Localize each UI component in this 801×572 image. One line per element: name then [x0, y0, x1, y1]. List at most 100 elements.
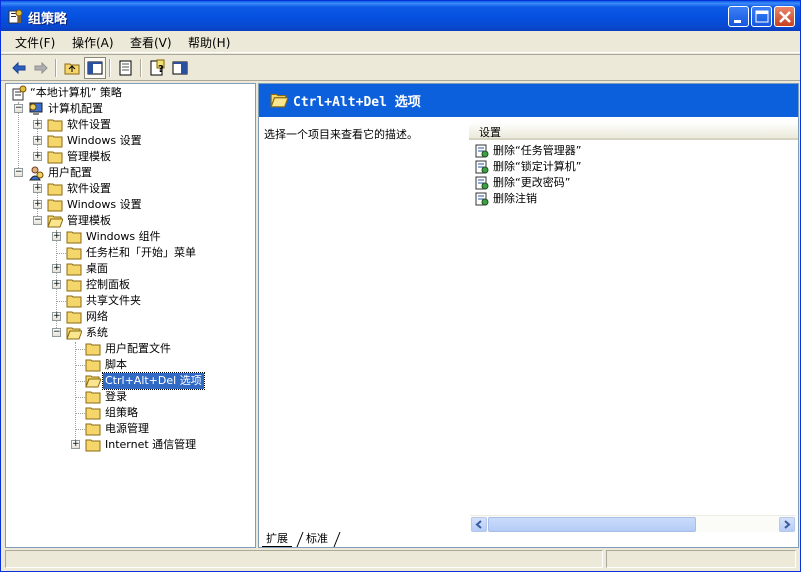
expand-toggle[interactable]: + [52, 232, 61, 241]
folder-icon [85, 439, 101, 452]
folder-icon [66, 247, 82, 260]
expand-toggle[interactable]: + [33, 200, 42, 209]
open-folder-icon [47, 215, 63, 228]
expand-toggle[interactable]: + [33, 120, 42, 129]
folder-icon [47, 119, 63, 132]
close-button[interactable] [774, 6, 795, 27]
list-item[interactable]: 删除“锁定计算机” [474, 159, 774, 175]
help-icon[interactable]: ? [148, 59, 166, 77]
tree-label: 组策略 [105, 406, 138, 419]
tree-line [75, 349, 85, 350]
toolbar-separator [109, 59, 111, 77]
tab-standard[interactable]: 标准 [302, 530, 332, 547]
scroll-right-button[interactable] [779, 517, 795, 532]
menu-file[interactable]: 文件(F) [15, 34, 55, 51]
toolbar-separator [140, 59, 142, 77]
settings-list[interactable]: 设置 删除“任务管理器” 删除“锁定计算机” 删除“更改密码” 删除注销 [469, 122, 798, 527]
policy-setting-icon [475, 192, 489, 206]
tree-label: Internet 通信管理 [105, 438, 197, 451]
tree-node-root[interactable]: “本地计算机” 策略 [10, 85, 250, 101]
expand-toggle[interactable]: + [52, 280, 61, 289]
tree-node-uc-admin[interactable]: 管理模板 [47, 213, 227, 229]
tree-label: 系统 [86, 326, 108, 339]
folder-icon [47, 135, 63, 148]
tree-node-group-policy[interactable]: 组策略 [85, 405, 245, 421]
tree-label: 脚本 [105, 358, 127, 371]
show-hide-action-pane-icon[interactable] [171, 59, 189, 77]
collapse-toggle[interactable]: − [52, 328, 61, 337]
menu-action[interactable]: 操作(A) [72, 34, 114, 51]
column-header-setting[interactable]: 设置 [469, 122, 798, 140]
maximize-button[interactable] [751, 6, 772, 27]
forward-arrow-icon[interactable] [32, 59, 50, 77]
tree-label-selected: Ctrl+Alt+Del 选项 [102, 372, 205, 390]
open-folder-icon [85, 375, 101, 388]
tree-node-logon[interactable]: 登录 [85, 389, 245, 405]
folder-icon [66, 263, 82, 276]
tree-line [56, 301, 66, 302]
column-header-label: 设置 [479, 126, 501, 139]
tree-node-shared-folders[interactable]: 共享文件夹 [66, 293, 246, 309]
tab-divider [333, 531, 341, 548]
tree-node-control-panel[interactable]: 控制面板 [66, 277, 246, 293]
tree-label: Windows 组件 [86, 230, 161, 243]
expand-toggle[interactable]: + [33, 152, 42, 161]
tree-label: 任务栏和「开始」菜单 [86, 246, 196, 259]
minimize-button[interactable] [728, 6, 749, 27]
show-hide-tree-button[interactable] [84, 57, 106, 79]
menu-view[interactable]: 查看(V) [130, 34, 172, 51]
toolbar-separator [55, 59, 57, 77]
expand-toggle[interactable]: + [33, 184, 42, 193]
computer-icon [29, 102, 43, 115]
user-icon [29, 166, 44, 181]
tree-label: 计算机配置 [48, 102, 103, 115]
tree-line [75, 429, 85, 430]
tree-label: Windows 设置 [67, 134, 142, 147]
expand-toggle[interactable]: + [52, 264, 61, 273]
expand-toggle[interactable]: + [52, 312, 61, 321]
tree-node-uc-windows[interactable]: Windows 设置 [47, 197, 227, 213]
tree-node-windows-components[interactable]: Windows 组件 [66, 229, 246, 245]
details-header: Ctrl+Alt+Del 选项 [259, 84, 798, 117]
tree-node-user-config[interactable]: 用户配置 [28, 165, 228, 181]
policy-icon [12, 85, 27, 101]
tree-label: “本地计算机” 策略 [30, 86, 122, 99]
tree-node-cc-windows[interactable]: Windows 设置 [47, 133, 227, 149]
tree-node-cc-admin[interactable]: 管理模板 [47, 149, 227, 165]
list-item[interactable]: 删除“任务管理器” [474, 143, 774, 159]
tree-label: 管理模板 [67, 214, 111, 227]
collapse-toggle[interactable]: − [33, 216, 42, 225]
tree-node-system[interactable]: 系统 [66, 325, 246, 341]
title-bar[interactable]: 组策略 [1, 1, 800, 31]
back-arrow-icon[interactable] [10, 59, 28, 77]
tree-node-desktop[interactable]: 桌面 [66, 261, 246, 277]
list-item[interactable]: 删除“更改密码” [474, 175, 774, 191]
tree-line [75, 397, 85, 398]
tab-extended[interactable]: 扩展 [262, 530, 292, 547]
tree-node-user-profiles[interactable]: 用户配置文件 [85, 341, 245, 357]
tree-node-network[interactable]: 网络 [66, 309, 246, 325]
expand-toggle[interactable]: + [33, 136, 42, 145]
tree-node-uc-software[interactable]: 软件设置 [47, 181, 227, 197]
export-list-icon[interactable] [117, 59, 135, 77]
expand-toggle[interactable]: + [71, 440, 80, 449]
tree-node-scripts[interactable]: 脚本 [85, 357, 245, 373]
tree-label: 共享文件夹 [86, 294, 141, 307]
chevron-right-icon [784, 520, 791, 529]
collapse-toggle[interactable]: − [14, 168, 23, 177]
tree-node-internet-comm[interactable]: Internet 通信管理 [85, 437, 245, 453]
tree-node-computer-config[interactable]: 计算机配置 [28, 101, 228, 117]
menu-help[interactable]: 帮助(H) [188, 34, 230, 51]
up-folder-icon[interactable] [63, 59, 81, 77]
tree-label: 软件设置 [67, 118, 111, 131]
svg-text:?: ? [158, 64, 164, 75]
tree-label: 软件设置 [67, 182, 111, 195]
tree-node-ctrl-alt-del[interactable]: Ctrl+Alt+Del 选项 [85, 372, 245, 390]
tree-line [75, 342, 76, 446]
tree-node-cc-software[interactable]: 软件设置 [47, 117, 227, 133]
list-item[interactable]: 删除注销 [474, 191, 774, 207]
collapse-toggle[interactable]: − [14, 104, 23, 113]
tree-node-power[interactable]: 电源管理 [85, 421, 245, 437]
tree-node-taskbar[interactable]: 任务栏和「开始」菜单 [66, 245, 246, 261]
console-tree[interactable]: “本地计算机” 策略 − 计算机配置 + 软件设置 + Windows 设置 +… [5, 83, 256, 548]
